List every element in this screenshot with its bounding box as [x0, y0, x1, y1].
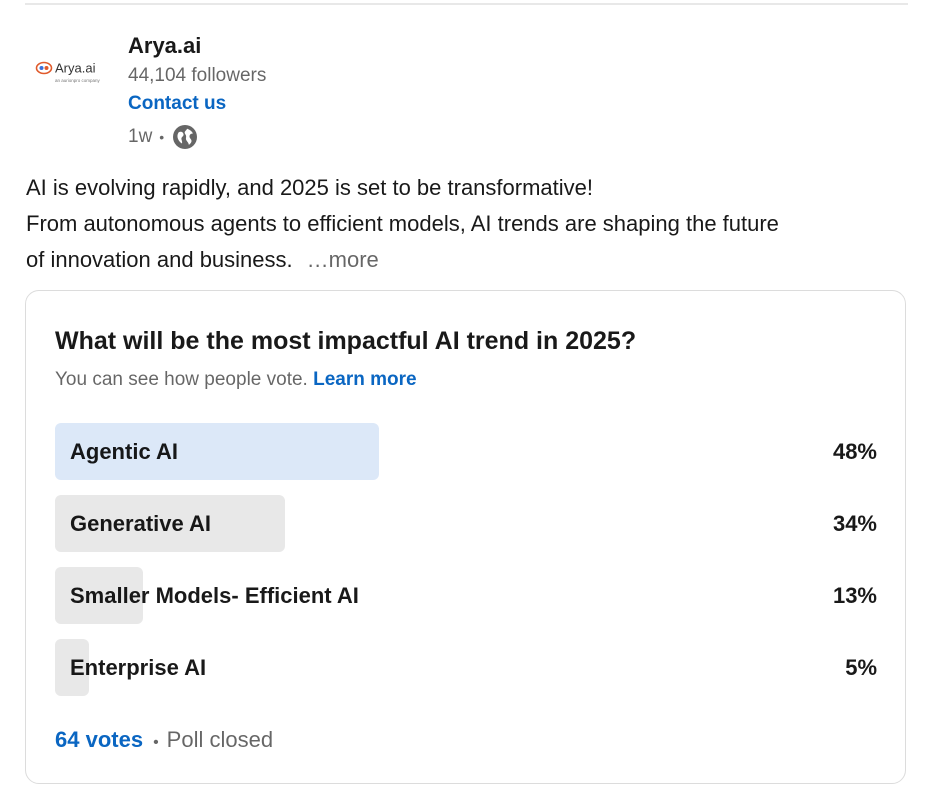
contact-us-link[interactable]: Contact us [128, 91, 226, 117]
post-body: AI is evolving rapidly, and 2025 is set … [26, 170, 906, 278]
learn-more-link[interactable]: Learn more [313, 369, 416, 390]
post-line-last: of innovation and business. …more [26, 242, 906, 278]
company-logo[interactable]: Arya.ai an aurionpro company [33, 56, 113, 86]
poll-option-label: Agentic AI [70, 439, 178, 464]
poll-option-agentic-ai[interactable]: Agentic AI 48% [55, 423, 877, 480]
post-line: AI is evolving rapidly, and 2025 is set … [26, 175, 593, 200]
arya-logo-icon: Arya.ai an aurionpro company [35, 61, 101, 83]
poll-question: What will be the most impactful AI trend… [55, 327, 637, 355]
poll-card: What will be the most impactful AI trend… [25, 290, 906, 784]
poll-options: Agentic AI 48% Generative AI 34% Smaller… [55, 423, 877, 711]
poll-visibility-note: You can see how people vote. Learn more [55, 367, 417, 393]
poll-option-enterprise-ai[interactable]: Enterprise AI 5% [55, 639, 877, 696]
votes-count-link[interactable]: 64 votes [55, 727, 143, 752]
poll-option-generative-ai[interactable]: Generative AI 34% [55, 495, 877, 552]
poll-option-label: Generative AI [70, 511, 212, 536]
logo-subtext: an aurionpro company [55, 78, 101, 83]
see-more-link[interactable]: …more [307, 247, 379, 272]
globe-icon [173, 125, 198, 149]
logo-text: Arya.ai [55, 61, 96, 76]
follower-count: 44,104 followers [128, 65, 267, 86]
poll-status: Poll closed [166, 727, 274, 752]
poll-option-percent: 5% [845, 655, 877, 680]
post-line-text: of innovation and business. [26, 247, 293, 272]
poll-option-percent: 34% [832, 511, 877, 536]
top-divider [25, 3, 908, 5]
company-name[interactable]: Arya.ai [128, 32, 201, 60]
post-line: From autonomous agents to efficient mode… [26, 211, 779, 236]
post-time: 1w [128, 126, 153, 147]
poll-footer: 64 votes • Poll closed [55, 725, 273, 758]
poll-option-percent: 13% [832, 583, 877, 608]
poll-note-text: You can see how people vote. [55, 369, 308, 390]
poll-option-percent: 48% [832, 439, 877, 464]
poll-option-label: Enterprise AI [70, 655, 207, 680]
meta-separator: • [159, 129, 165, 145]
footer-separator: • [153, 734, 159, 751]
poll-option-smaller-models[interactable]: Smaller Models- Efficient AI 13% [55, 567, 877, 624]
post-meta: 1w • [128, 123, 198, 151]
poll-option-label: Smaller Models- Efficient AI [70, 583, 359, 608]
